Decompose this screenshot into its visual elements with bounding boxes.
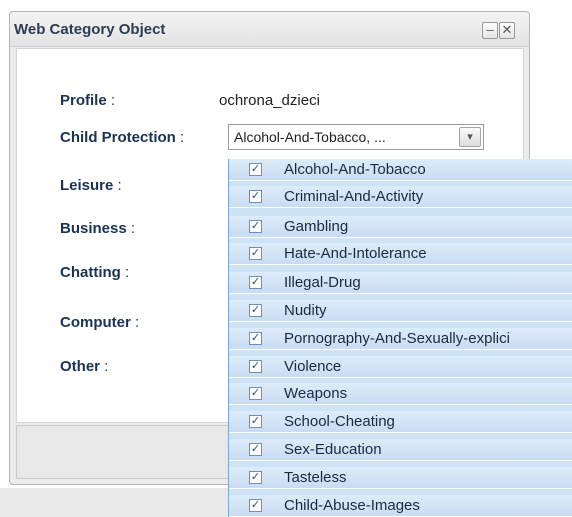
checkbox-checked-icon[interactable]: ✓ [249, 387, 262, 400]
checkbox-checked-icon[interactable]: ✓ [249, 443, 262, 456]
dropdown-item[interactable]: ✓ Gambling [229, 216, 572, 238]
dropdown-item-label: Tasteless [284, 469, 347, 486]
dropdown-item[interactable]: ✓ Nudity [229, 300, 572, 322]
dropdown-item-label: Hate-And-Intolerance [284, 245, 427, 262]
dropdown-item[interactable]: ✓ Child-Abuse-Images [229, 495, 572, 517]
checkbox-checked-icon[interactable]: ✓ [249, 276, 262, 289]
checkbox-checked-icon[interactable]: ✓ [249, 304, 262, 317]
dropdown-item-label: Weapons [284, 385, 348, 402]
dropdown-item-label: Gambling [284, 218, 349, 235]
child-protection-label: Child Protection : [60, 129, 185, 146]
checkbox-checked-icon[interactable]: ✓ [249, 471, 262, 484]
checkbox-checked-icon[interactable]: ✓ [249, 163, 262, 176]
dropdown-item[interactable]: ✓ Tasteless [229, 467, 572, 489]
window-title: Web Category Object [14, 21, 166, 38]
profile-label: Profile : [60, 92, 116, 109]
dropdown-item-label: Violence [284, 358, 342, 375]
chevron-down-icon[interactable]: ▾ [459, 127, 481, 147]
dropdown-item-label: Child-Abuse-Images [284, 497, 420, 514]
dropdown-item[interactable]: ✓ Violence [229, 356, 572, 378]
child-protection-select[interactable]: Alcohol-And-Tobacco, ... ▾ [228, 124, 484, 150]
profile-value: ochrona_dzieci [219, 92, 320, 109]
other-label: Other : [60, 358, 109, 375]
checkbox-checked-icon[interactable]: ✓ [249, 499, 262, 512]
dropdown-item[interactable]: ✓ Sex-Education [229, 439, 572, 461]
dropdown-item-label: Illegal-Drug [284, 274, 361, 291]
dropdown-item[interactable]: ✓ School-Cheating [229, 411, 572, 433]
dropdown-item-label: School-Cheating [284, 413, 395, 430]
dropdown-item[interactable]: ✓ Hate-And-Intolerance [229, 243, 572, 265]
screen: Web Category Object – ✕ Profile : ochron… [0, 0, 572, 517]
dropdown-item[interactable]: ✓ Alcohol-And-Tobacco [229, 159, 572, 181]
dropdown-item-label: Pornography-And-Sexually-explici [284, 330, 510, 347]
child-protection-dropdown[interactable]: ✓ Alcohol-And-Tobacco ✓ Criminal-And-Activ… [228, 159, 572, 517]
checkbox-checked-icon[interactable]: ✓ [249, 332, 262, 345]
window-titlebar[interactable]: Web Category Object – ✕ [10, 12, 529, 47]
close-icon: ✕ [501, 22, 513, 37]
dropdown-item-label: Alcohol-And-Tobacco [284, 161, 426, 178]
dropdown-item[interactable]: ✓ Weapons [229, 383, 572, 405]
close-button[interactable]: ✕ [499, 22, 515, 39]
dropdown-item[interactable]: ✓ Illegal-Drug [229, 272, 572, 294]
business-label: Business : [60, 220, 136, 237]
minimize-button[interactable]: – [482, 22, 498, 39]
checkbox-checked-icon[interactable]: ✓ [249, 247, 262, 260]
checkbox-checked-icon[interactable]: ✓ [249, 220, 262, 233]
leisure-label: Leisure : [60, 177, 122, 194]
computer-label: Computer : [60, 314, 140, 331]
minimize-icon: – [486, 22, 494, 37]
dropdown-item-label: Nudity [284, 302, 327, 319]
child-protection-value: Alcohol-And-Tobacco, ... [234, 129, 386, 145]
dropdown-item[interactable]: ✓ Pornography-And-Sexually-explici [229, 328, 572, 350]
dropdown-item[interactable]: ✓ Criminal-And-Activity [229, 186, 572, 208]
checkbox-checked-icon[interactable]: ✓ [249, 190, 262, 203]
checkbox-checked-icon[interactable]: ✓ [249, 415, 262, 428]
checkbox-checked-icon[interactable]: ✓ [249, 360, 262, 373]
dropdown-item-label: Criminal-And-Activity [284, 188, 424, 205]
dropdown-item-label: Sex-Education [284, 441, 382, 458]
chatting-label: Chatting : [60, 264, 130, 281]
